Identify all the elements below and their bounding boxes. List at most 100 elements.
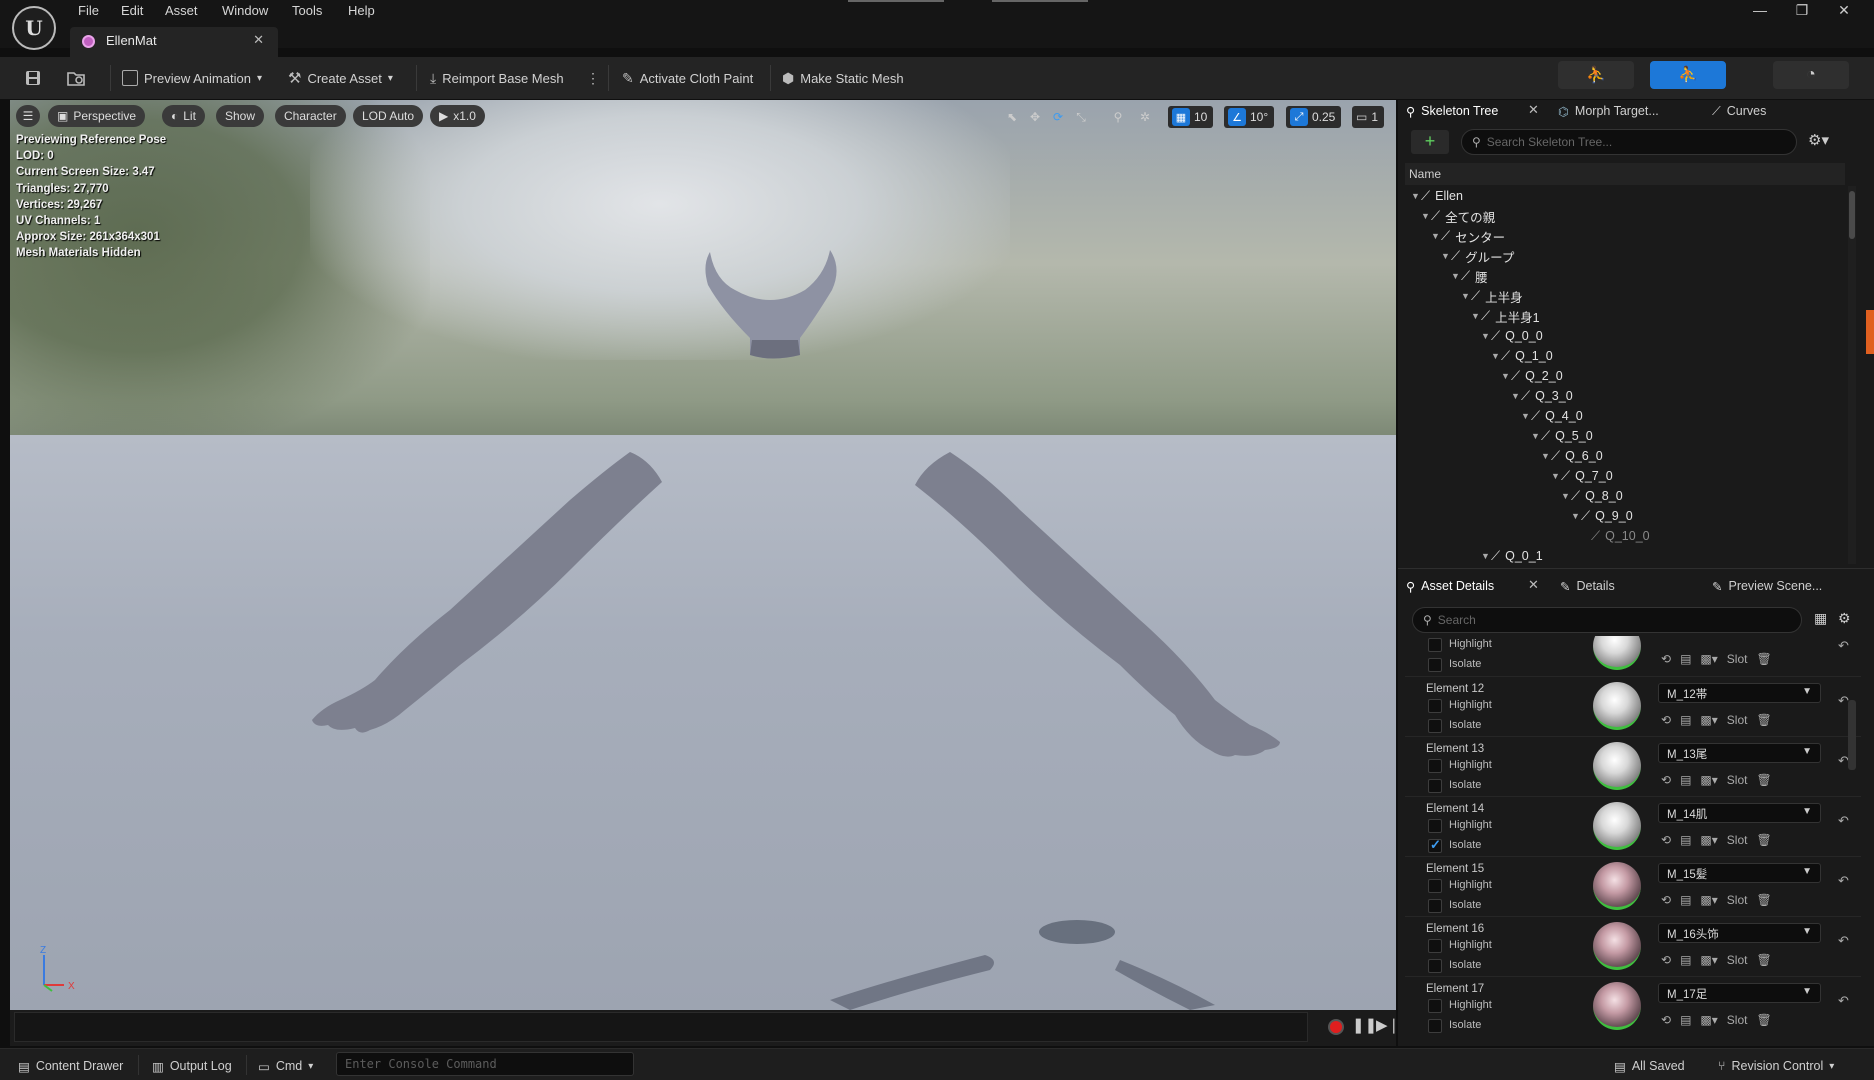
tree-row-bone[interactable]: ▼ ⟋ 腰 — [1405, 266, 1845, 286]
browse-icon[interactable]: ▤ — [1680, 953, 1691, 967]
browse-icon[interactable]: ▤ — [1680, 773, 1691, 787]
delete-icon[interactable]: 🗑 — [1756, 1013, 1771, 1027]
tab-preview-scene[interactable]: ✎ Preview Scene... — [1712, 574, 1822, 598]
material-dropdown[interactable]: M_12帯 ▼ — [1658, 683, 1821, 703]
skeleton-mode-button[interactable]: ⛹ — [1558, 61, 1634, 89]
material-dropdown[interactable]: M_17足 ▼ — [1658, 983, 1821, 1003]
use-selected-icon[interactable]: ⟲ — [1661, 1013, 1671, 1027]
highlight-checkbox[interactable] — [1428, 939, 1442, 953]
tree-scrollbar[interactable] — [1848, 186, 1856, 564]
use-selected-icon[interactable]: ⟲ — [1661, 953, 1671, 967]
revision-control-button[interactable]: ⑂ Revision Control ▾ — [1718, 1056, 1834, 1076]
checker-icon[interactable]: ▩▾ — [1700, 773, 1717, 787]
tree-row-bone[interactable]: ▼ ⟋ Q_9_0 — [1405, 506, 1845, 526]
lod-button[interactable]: LOD Auto — [353, 105, 424, 127]
reset-icon[interactable]: ↶ — [1838, 873, 1849, 889]
expand-arrow-icon[interactable]: ▼ — [1511, 391, 1521, 401]
tree-row-bone[interactable]: ▼ ⟋ Q_5_0 — [1405, 426, 1845, 446]
character-button[interactable]: Character — [275, 105, 346, 127]
tree-row-bone[interactable]: ▼ ⟋ Q_4_0 — [1405, 406, 1845, 426]
reset-icon[interactable]: ↶ — [1838, 993, 1849, 1009]
tab-curves[interactable]: ⟋ Curves — [1712, 99, 1766, 123]
isolate-checkbox[interactable] — [1428, 1019, 1442, 1033]
gear-icon[interactable]: ⚙▾ — [1808, 131, 1829, 149]
expand-arrow-icon[interactable]: ▼ — [1451, 271, 1461, 281]
isolate-checkbox[interactable] — [1428, 959, 1442, 973]
expand-arrow-icon[interactable]: ▼ — [1421, 211, 1431, 221]
console-input[interactable]: Enter Console Command — [336, 1052, 634, 1076]
isolate-checkbox[interactable] — [1428, 899, 1442, 913]
material-dropdown[interactable]: M_13尾 ▼ — [1658, 743, 1821, 763]
highlight-checkbox[interactable] — [1428, 759, 1442, 773]
browse-icon[interactable]: ▤ — [1680, 893, 1691, 907]
expand-arrow-icon[interactable]: ▼ — [1471, 311, 1481, 321]
document-tab[interactable]: EllenMat ✕ — [70, 27, 278, 57]
tree-row-bone[interactable]: ▼ ⟋ センター — [1405, 226, 1845, 246]
tree-row-bone[interactable]: ▼ ⟋ Q_0_0 — [1405, 326, 1845, 346]
material-thumbnail[interactable] — [1593, 636, 1641, 670]
menu-help[interactable]: Help — [348, 3, 375, 21]
delete-icon[interactable]: 🗑 — [1756, 773, 1771, 787]
reset-icon[interactable]: ↶ — [1838, 933, 1849, 949]
checker-icon[interactable]: ▩▾ — [1700, 652, 1717, 666]
surface-snap-icon[interactable]: ⚲ — [1107, 106, 1129, 128]
tree-row-bone[interactable]: ▼ ⟋ 上半身1 — [1405, 306, 1845, 326]
delete-icon[interactable]: 🗑 — [1756, 953, 1771, 967]
material-thumbnail[interactable] — [1593, 982, 1641, 1030]
play-rate-button[interactable]: ▶ x1.0 — [430, 105, 485, 127]
close-window-icon[interactable]: ✕ — [1834, 2, 1854, 22]
checker-icon[interactable]: ▩▾ — [1700, 953, 1717, 967]
material-dropdown[interactable]: M_16头饰 ▼ — [1658, 923, 1821, 943]
maximize-icon[interactable]: ❐ — [1792, 2, 1812, 22]
expand-arrow-icon[interactable]: ▼ — [1481, 331, 1491, 341]
details-scrollbar-thumb[interactable] — [1848, 700, 1856, 770]
expand-arrow-icon[interactable]: ▼ — [1431, 231, 1441, 241]
delete-icon[interactable]: 🗑 — [1756, 833, 1771, 847]
preview-viewport[interactable]: ☰ ▣ Perspective ◐ Lit Show Character LOD… — [10, 100, 1396, 1010]
use-selected-icon[interactable]: ⟲ — [1661, 713, 1671, 727]
expand-arrow-icon[interactable]: ▼ — [1461, 291, 1471, 301]
tab-morph-target[interactable]: ⌬ Morph Target... — [1558, 99, 1659, 123]
skeleton-search-input[interactable]: ⚲ Search Skeleton Tree... — [1461, 129, 1797, 155]
checker-icon[interactable]: ▩▾ — [1700, 893, 1717, 907]
create-asset-button[interactable]: ⚒ Create Asset ▾ — [288, 67, 393, 89]
tree-row-bone[interactable]: ▼ ⟋ Ellen — [1405, 186, 1845, 206]
preview-animation-button[interactable]: Preview Animation ▾ — [122, 67, 262, 89]
delete-icon[interactable]: 🗑 — [1756, 893, 1771, 907]
grid-snap-toggle[interactable]: ▦ 10 — [1168, 106, 1214, 128]
isolate-checkbox[interactable] — [1428, 837, 1442, 853]
expand-arrow-icon[interactable]: ▼ — [1501, 371, 1511, 381]
add-socket-button[interactable]: + — [1411, 130, 1449, 154]
tab-details[interactable]: ✎ Details — [1560, 574, 1615, 598]
material-thumbnail[interactable] — [1593, 922, 1641, 970]
browse-icon[interactable]: ▤ — [1680, 713, 1691, 727]
expand-arrow-icon[interactable]: ▼ — [1441, 251, 1451, 261]
timeline-track[interactable] — [14, 1012, 1308, 1042]
rotate-tool-icon[interactable]: ⟳ — [1047, 106, 1069, 128]
material-thumbnail[interactable] — [1593, 742, 1641, 790]
expand-arrow-icon[interactable]: ▼ — [1481, 551, 1491, 561]
material-thumbnail[interactable] — [1593, 862, 1641, 910]
viewport-menu-button[interactable]: ☰ — [16, 105, 40, 127]
highlight-checkbox[interactable] — [1428, 638, 1442, 652]
more-options-icon[interactable]: ⋮ — [586, 67, 600, 89]
reset-icon[interactable]: ↶ — [1838, 638, 1849, 654]
use-selected-icon[interactable]: ⟲ — [1661, 833, 1671, 847]
checker-icon[interactable]: ▩▾ — [1700, 713, 1717, 727]
tree-row-bone[interactable]: ▼ ⟋ Q_0_1 — [1405, 546, 1845, 564]
browse-icon[interactable]: ▤ — [1680, 833, 1691, 847]
unreal-logo-icon[interactable]: U — [12, 6, 56, 50]
tree-row-bone[interactable]: ⟋ Q_10_0 — [1405, 526, 1845, 546]
scale-tool-icon[interactable]: ⤡ — [1070, 106, 1092, 128]
isolate-checkbox[interactable] — [1428, 719, 1442, 733]
translate-tool-icon[interactable]: ✥ — [1024, 106, 1046, 128]
expand-arrow-icon[interactable]: ▼ — [1561, 491, 1571, 501]
checker-icon[interactable]: ▩▾ — [1700, 1013, 1717, 1027]
highlight-checkbox[interactable] — [1428, 879, 1442, 893]
isolate-checkbox[interactable] — [1428, 658, 1442, 672]
use-selected-icon[interactable]: ⟲ — [1661, 652, 1671, 666]
world-local-icon[interactable]: ✲ — [1134, 106, 1156, 128]
menu-window[interactable]: Window — [222, 3, 268, 21]
tree-row-bone[interactable]: ▼ ⟋ Q_1_0 — [1405, 346, 1845, 366]
use-selected-icon[interactable]: ⟲ — [1661, 773, 1671, 787]
